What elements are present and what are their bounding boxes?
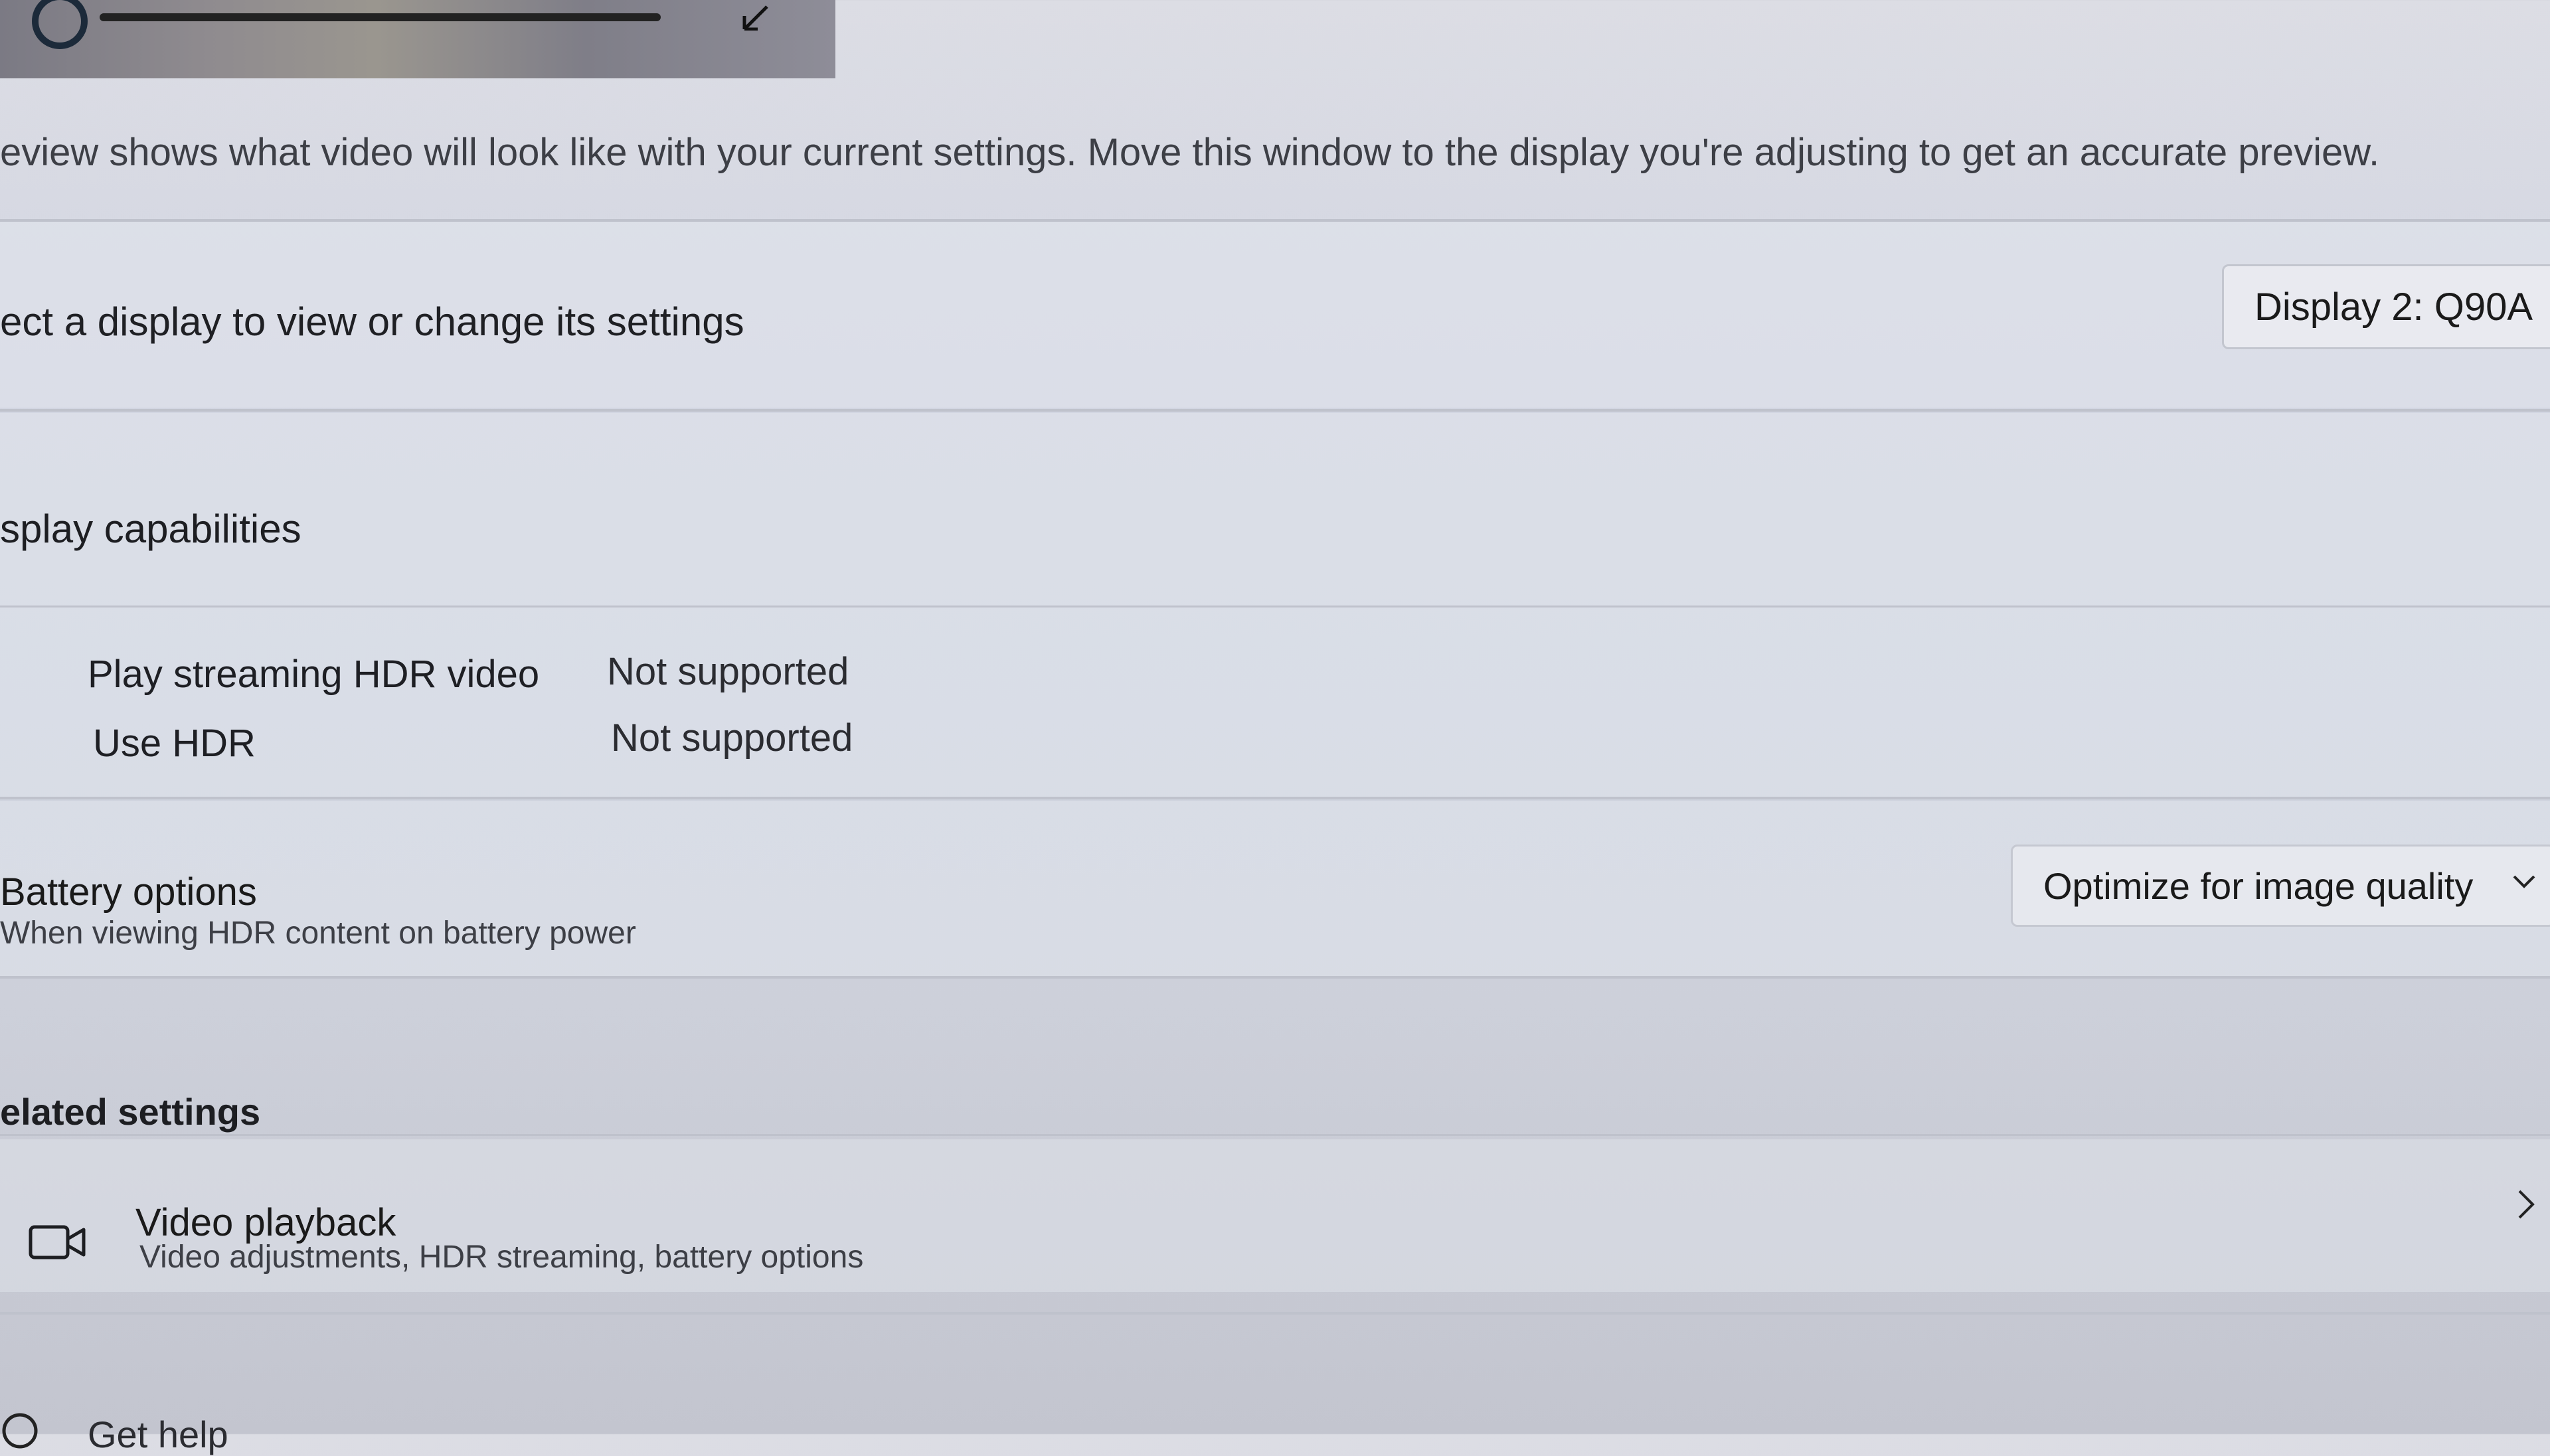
battery-options-select[interactable]: Optimize for image quality — [2011, 845, 2550, 927]
get-help-link[interactable]: Get help — [88, 1413, 228, 1456]
divider — [0, 409, 2550, 412]
divider — [0, 1312, 2550, 1315]
display-select-label: ect a display to view or change its sett… — [0, 299, 744, 344]
video-playback-title: Video playback — [135, 1201, 396, 1244]
battery-options-selected-value: Optimize for image quality — [2043, 864, 2474, 907]
expand-diagonal-icon[interactable] — [740, 0, 780, 31]
battery-options-title: Battery options — [0, 870, 257, 914]
chevron-down-icon — [2513, 875, 2535, 888]
display-capabilities-title: splay capabilities — [0, 507, 301, 551]
video-camera-icon — [29, 1225, 86, 1259]
divider — [0, 797, 2550, 799]
divider — [0, 606, 2550, 607]
battery-options-subtitle: When viewing HDR content on battery powe… — [0, 916, 636, 951]
preview-seek-bar[interactable] — [100, 13, 661, 21]
divider — [0, 1134, 2550, 1136]
video-playback-subtitle: Video adjustments, HDR streaming, batter… — [139, 1240, 864, 1275]
divider — [0, 976, 2550, 979]
video-preview — [0, 0, 835, 78]
display-select-button[interactable]: Display 2: Q90A — [2222, 264, 2550, 349]
capability-label: Use HDR — [93, 722, 256, 765]
preview-seek-thumb[interactable] — [32, 0, 88, 49]
help-icon[interactable] — [0, 1411, 40, 1451]
capability-value: Not supported — [611, 716, 853, 760]
related-settings-title: elated settings — [0, 1091, 261, 1133]
chevron-right-icon — [2518, 1190, 2535, 1219]
preview-description: eview shows what video will look like wi… — [0, 131, 2380, 174]
capability-label: Play streaming HDR video — [88, 653, 540, 696]
capability-value: Not supported — [607, 650, 849, 693]
